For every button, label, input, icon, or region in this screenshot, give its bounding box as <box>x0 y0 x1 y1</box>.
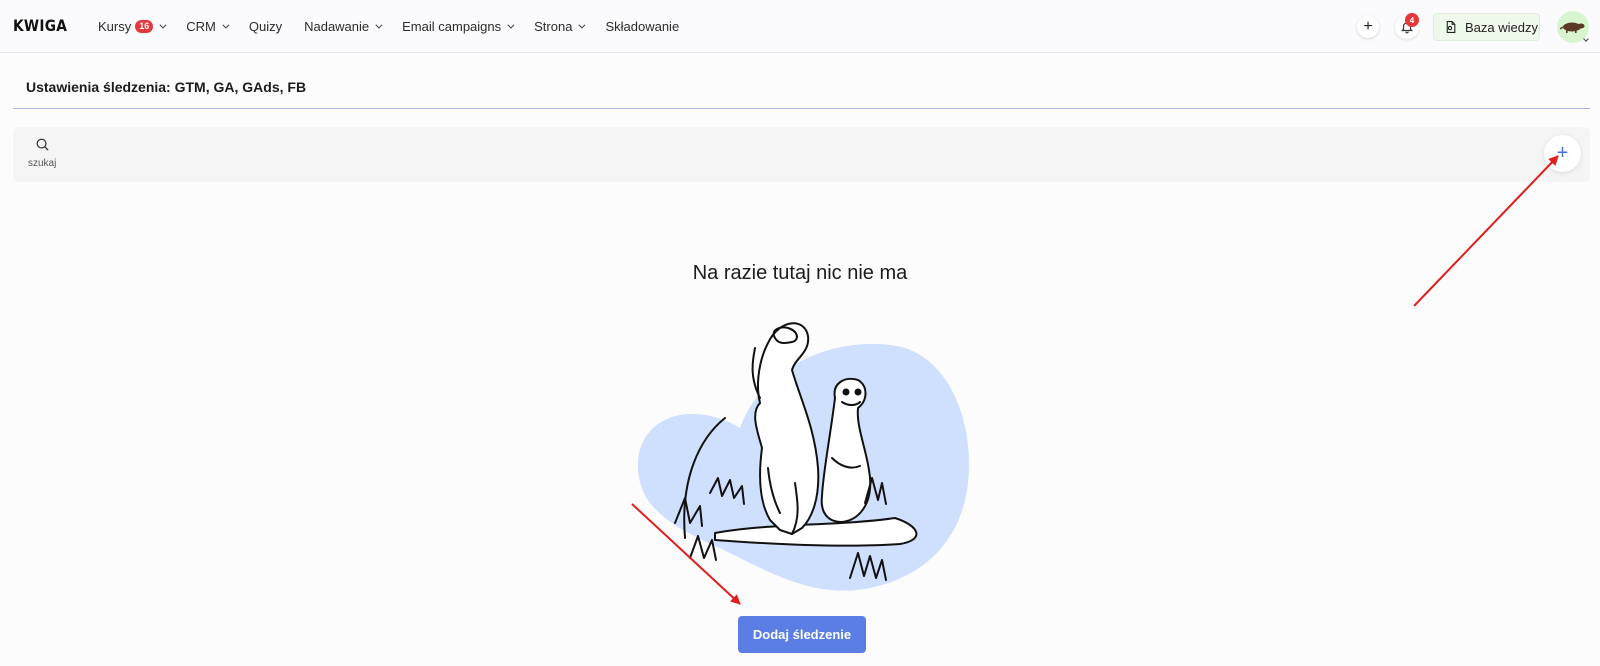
add-tracking-icon-button[interactable]: + <box>1544 135 1581 172</box>
kwiga-logo[interactable]: KWIGA <box>13 16 67 35</box>
page-title: Ustawienia śledzenia: GTM, GA, GAds, FB <box>26 79 307 95</box>
search-bar: szukaj + <box>13 127 1590 182</box>
chevron-down-icon <box>222 21 230 29</box>
add-tracking-button[interactable]: Dodaj śledzenie <box>738 616 866 653</box>
knowledge-base-button[interactable]: Baza wiedzy <box>1433 13 1540 41</box>
nav-item-label: Email campaigns <box>402 19 502 34</box>
kursy-count-badge: 16 <box>135 20 154 33</box>
nav-item-label: Quizy <box>248 19 283 34</box>
nav-item-skladowanie[interactable]: Składowanie <box>605 19 679 34</box>
document-icon <box>1446 21 1456 33</box>
nav-item-email-campaigns[interactable]: Email campaigns <box>402 19 515 34</box>
nav-item-label: Nadawanie <box>304 19 370 34</box>
nav-item-label: Strona <box>534 19 573 34</box>
title-divider <box>13 108 1590 109</box>
nav-item-nadawanie[interactable]: Nadawanie <box>304 19 383 34</box>
nav-item-crm[interactable]: CRM <box>186 19 230 34</box>
top-navigation-bar: KWIGA Kursy 16 CRM Quizy Nadawanie Email… <box>0 0 1600 53</box>
nav-item-label: Składowanie <box>605 19 680 34</box>
animal-avatar-icon <box>1560 22 1585 33</box>
meerkats-illustration <box>637 322 970 591</box>
empty-state-title: Na razie tutaj nic nie ma <box>692 262 908 284</box>
nav-item-kursy[interactable]: Kursy 16 <box>98 19 167 34</box>
nav-item-quizy[interactable]: Quizy <box>249 19 282 34</box>
nav-item-label: Kursy <box>98 19 132 34</box>
chevron-down-icon <box>578 21 586 29</box>
search-icon[interactable] <box>35 137 50 157</box>
chevron-down-icon[interactable] <box>1583 36 1589 42</box>
knowledge-base-label: Baza wiedzy <box>1465 19 1538 35</box>
quick-add-button[interactable]: + <box>1357 16 1379 38</box>
nav-item-strona[interactable]: Strona <box>534 19 586 34</box>
chevron-down-icon <box>507 21 515 29</box>
notifications-count-badge: 4 <box>1405 13 1419 27</box>
chevron-down-icon <box>159 21 167 29</box>
nav-item-label: CRM <box>186 19 216 34</box>
main-nav: Kursy 16 CRM Quizy Nadawanie Email campa… <box>98 0 701 53</box>
search-label[interactable]: szukaj <box>28 158 56 169</box>
chevron-down-icon <box>375 21 383 29</box>
